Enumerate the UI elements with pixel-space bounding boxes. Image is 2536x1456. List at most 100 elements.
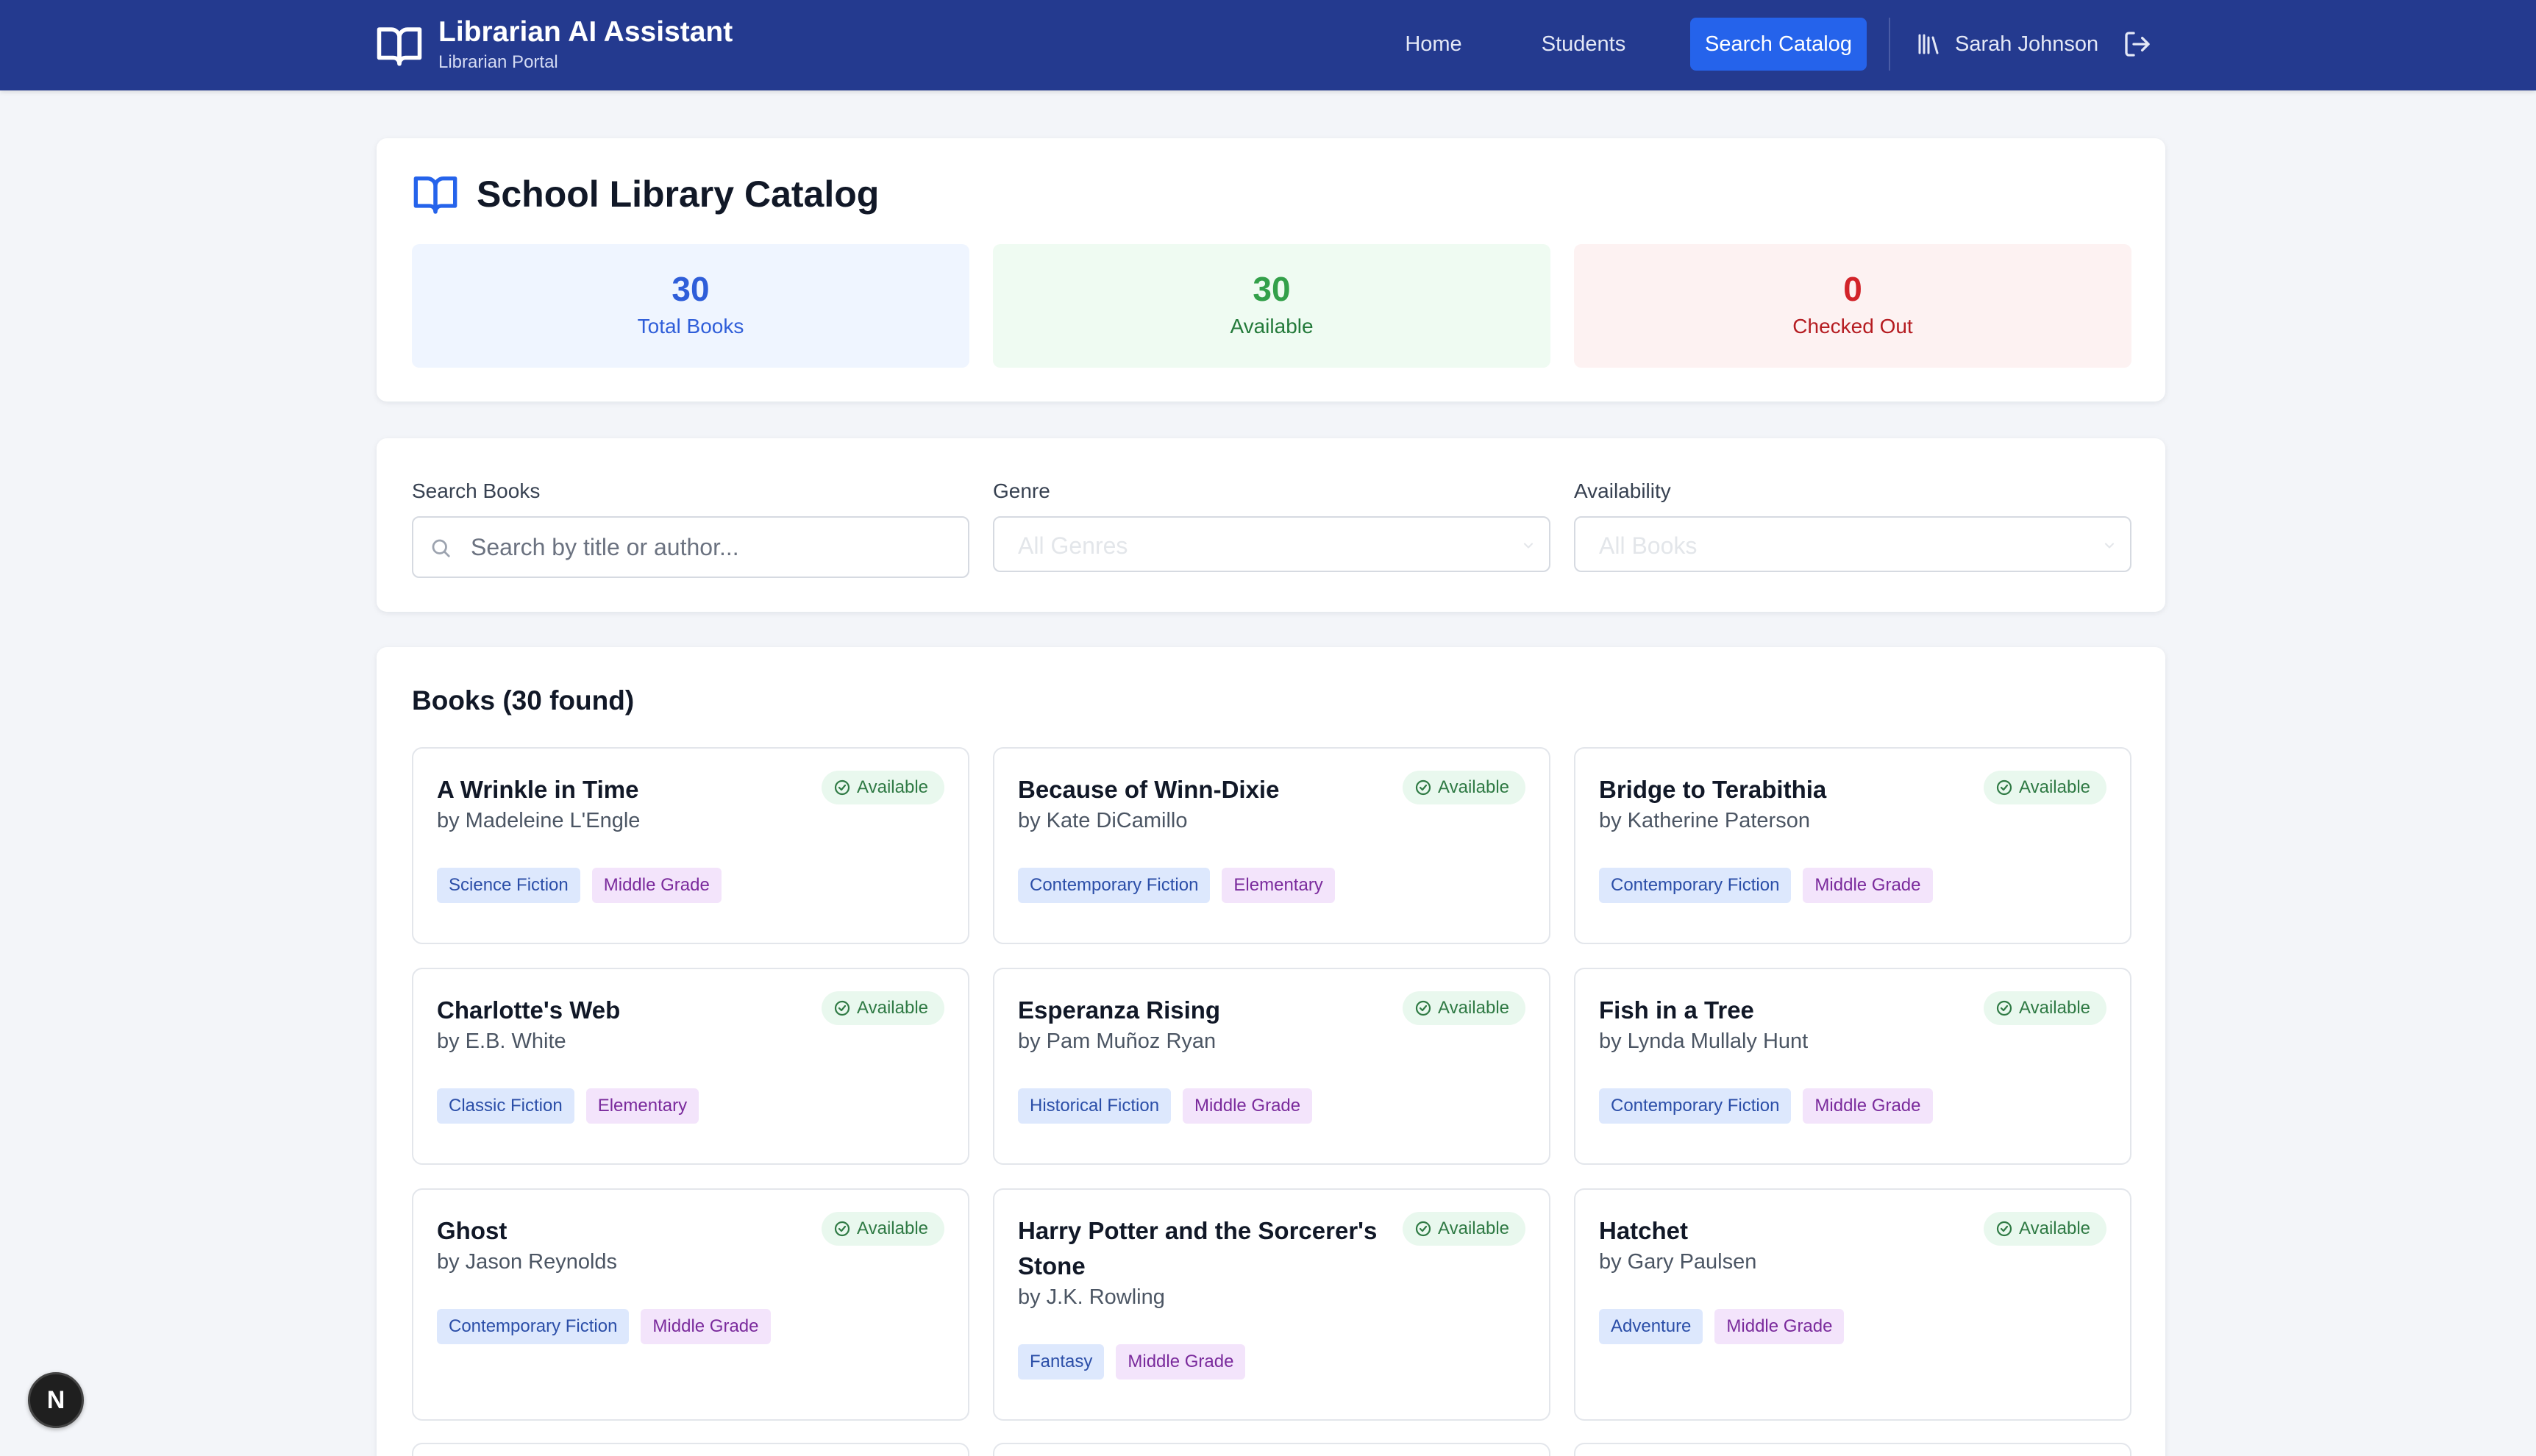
check-circle-icon [1996,1221,2012,1237]
chevron-down-icon [1523,543,1534,549]
availability-badge: Available [822,771,944,804]
book-card[interactable]: Because of Winn-Dixie by Kate DiCamillo … [993,747,1550,944]
genre-tag: Contemporary Fiction [437,1309,630,1344]
book-tags: Fantasy Middle Grade [1018,1344,1257,1380]
availability-badge-label: Available [857,1218,928,1238]
check-circle-icon [1415,779,1431,796]
genre-tag: Classic Fiction [437,1088,574,1124]
book-tags: Contemporary Fiction Middle Grade [437,1309,783,1344]
genre-tag: Contemporary Fiction [1018,868,1211,903]
availability-select[interactable]: All Books [1574,516,2131,572]
book-card[interactable]: Ghost by Jason Reynolds Available Contem… [412,1188,969,1421]
book-tags: Adventure Middle Grade [1599,1309,1856,1344]
book-title: A Wrinkle in Time [437,776,639,803]
genre-field: Genre All Genres [993,477,1550,572]
nav-home[interactable]: Home [1390,18,1477,71]
user-name: Sarah Johnson [1955,32,2099,56]
availability-badge: Available [822,991,944,1025]
books-card: Books (30 found) A Wrinkle in Time by Ma… [377,647,2165,1456]
availability-label: Availability [1574,479,1671,502]
stat-checked-out-value: 0 [1843,270,1862,308]
search-input[interactable] [471,518,949,577]
stat-available-label: Available [1230,315,1314,338]
dev-tools-badge[interactable]: N [28,1372,84,1428]
check-circle-icon [1996,1000,2012,1016]
availability-badge: Available [1403,991,1525,1025]
nav-search-catalog[interactable]: Search Catalog [1690,18,1867,71]
genre-tag: Contemporary Fiction [1599,868,1792,903]
book-author: by Jason Reynolds [437,1250,618,1274]
book-tags: Science Fiction Middle Grade [437,868,733,903]
stat-total-label: Total Books [637,315,744,338]
availability-badge: Available [822,1212,944,1246]
stat-available: 30 Available [993,244,1550,368]
search-icon [432,539,450,557]
stat-total-value: 30 [672,270,710,308]
availability-badge: Available [1403,1212,1525,1246]
availability-badge: Available [1984,1212,2106,1246]
level-tag: Elementary [585,1088,699,1124]
book-author: by Gary Paulsen [1599,1250,1757,1274]
open-book-icon [413,176,457,214]
availability-badge-label: Available [2019,998,2090,1018]
book-card[interactable]: Hatchet by Gary Paulsen Available Advent… [1574,1188,2131,1421]
check-circle-icon [1996,779,2012,796]
availability-badge-label: Available [857,998,928,1018]
availability-badge-label: Available [857,777,928,797]
stat-total-books: 30 Total Books [412,244,969,368]
book-card[interactable] [412,1443,969,1456]
genre-label: Genre [993,479,1050,502]
book-title: Bridge to Terabithia [1599,776,1827,803]
book-author: by Madeleine L'Engle [437,809,641,832]
book-title: Hatchet [1599,1217,1689,1244]
book-card[interactable]: Fish in a Tree by Lynda Mullaly Hunt Ava… [1574,968,2131,1165]
book-tags: Contemporary Fiction Elementary [1018,868,1347,903]
nav-students[interactable]: Students [1530,18,1637,71]
book-title: Charlotte's Web [437,996,621,1024]
main-nav: Home Students Search Catalog Sarah Johns… [0,0,2536,90]
availability-badge-label: Available [1438,998,1509,1018]
book-author: by E.B. White [437,1029,566,1053]
book-card[interactable]: Harry Potter and the Sorcerer's Stone by… [993,1188,1550,1421]
book-author: by Kate DiCamillo [1018,809,1188,832]
level-tag: Middle Grade [641,1309,771,1344]
book-card[interactable]: Bridge to Terabithia by Katherine Paters… [1574,747,2131,944]
book-card[interactable]: A Wrinkle in Time by Madeleine L'Engle A… [412,747,969,944]
logout-icon[interactable] [2123,29,2152,59]
book-tags: Contemporary Fiction Middle Grade [1599,1088,1945,1124]
availability-field: Availability All Books [1574,477,2131,572]
check-circle-icon [834,1000,850,1016]
availability-select-value: All Books [1599,532,1698,559]
book-card[interactable] [1574,1443,2131,1456]
check-circle-icon [834,779,850,796]
book-title: Because of Winn-Dixie [1018,776,1280,803]
level-tag: Middle Grade [1803,1088,1933,1124]
filters-card: Search Books Genre All Genres Availabili… [377,438,2165,612]
stat-checked-out: 0 Checked Out [1574,244,2131,368]
availability-badge: Available [1984,991,2106,1025]
genre-select[interactable]: All Genres [993,516,1550,572]
genre-tag: Fantasy [1018,1344,1105,1380]
books-heading: Books (30 found) [412,685,635,715]
book-card[interactable]: Charlotte's Web by E.B. White Available … [412,968,969,1165]
availability-badge-label: Available [2019,777,2090,797]
search-box [412,516,969,578]
check-circle-icon [1415,1221,1431,1237]
genre-tag: Contemporary Fiction [1599,1088,1792,1124]
check-circle-icon [1415,1000,1431,1016]
genre-tag: Science Fiction [437,868,580,903]
genre-tag: Historical Fiction [1018,1088,1172,1124]
level-tag: Elementary [1222,868,1335,903]
page-title: School Library Catalog [477,174,880,215]
chevron-down-icon [2104,543,2115,549]
user-menu[interactable]: Sarah Johnson [1915,18,2098,71]
book-title: Harry Potter and the Sorcerer's Stone [1018,1217,1378,1280]
book-card[interactable] [993,1443,1550,1456]
availability-badge: Available [1403,771,1525,804]
catalog-summary-card: School Library Catalog 30 Total Books 30… [377,138,2165,402]
nav-divider [1889,18,1890,71]
stat-available-value: 30 [1253,270,1291,308]
book-card[interactable]: Esperanza Rising by Pam Muñoz Ryan Avail… [993,968,1550,1165]
book-author: by J.K. Rowling [1018,1285,1165,1309]
book-title: Fish in a Tree [1599,996,1754,1024]
